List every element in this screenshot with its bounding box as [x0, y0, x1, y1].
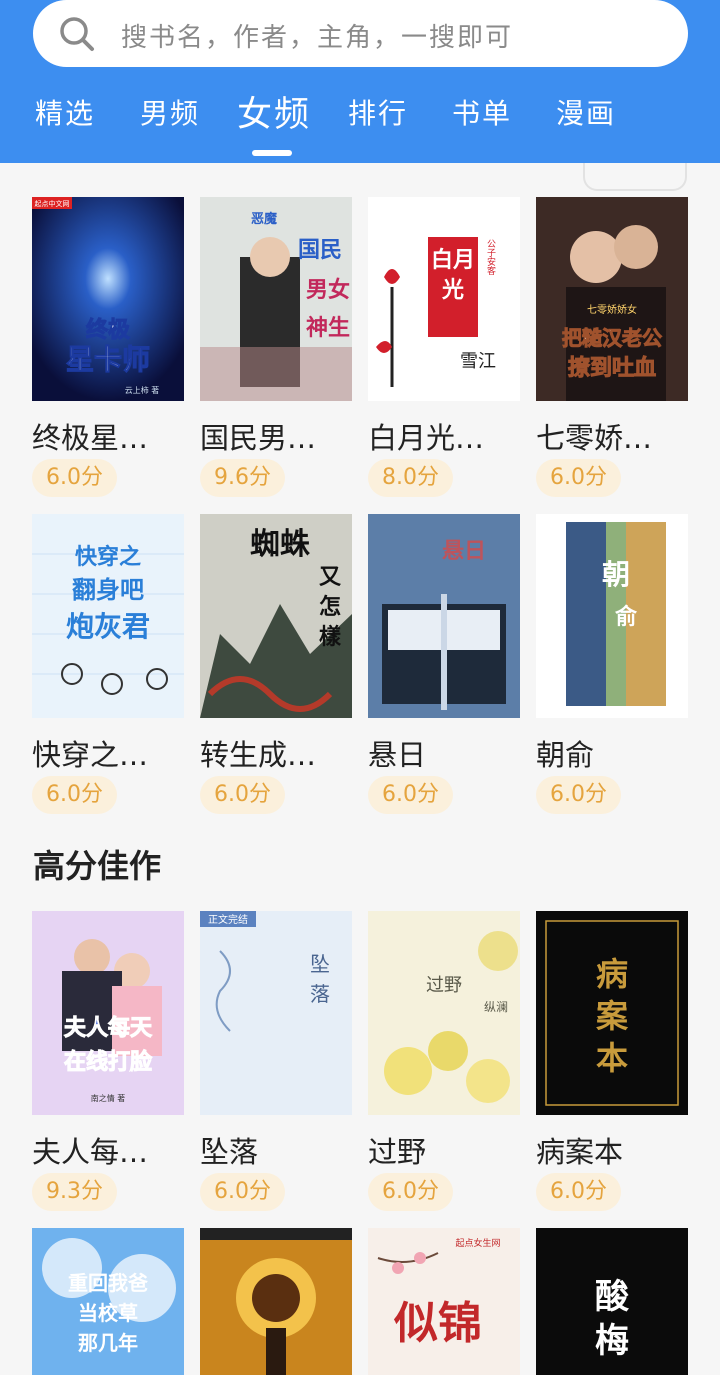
- book-title[interactable]: 夫人每…: [32, 1129, 184, 1171]
- book-cover[interactable]: 过野 纵澜: [368, 911, 520, 1115]
- tab-paihang[interactable]: 排行: [348, 92, 408, 132]
- book-score: 6.0分: [200, 1173, 285, 1211]
- svg-text:起点女生网: 起点女生网: [455, 1237, 500, 1249]
- book-title[interactable]: 悬日: [368, 732, 520, 774]
- svg-text:似锦: 似锦: [393, 1298, 482, 1349]
- svg-text:樣: 樣: [319, 624, 342, 650]
- book-score: 6.0分: [536, 1173, 621, 1211]
- more-button[interactable]: [583, 163, 687, 191]
- book-cover[interactable]: 蜘蛛 又 怎 樣: [200, 514, 352, 718]
- book-score: 6.0分: [368, 776, 453, 814]
- svg-text:在线打脸: 在线打脸: [64, 1049, 153, 1075]
- svg-text:神生: 神生: [306, 315, 350, 341]
- svg-text:悬日: 悬日: [442, 539, 486, 564]
- svg-text:怎: 怎: [319, 594, 341, 620]
- svg-text:蜘蛛: 蜘蛛: [250, 527, 310, 562]
- svg-text:光: 光: [441, 278, 464, 303]
- svg-text:那几年: 那几年: [78, 1331, 138, 1355]
- svg-text:公子安客: 公子安客: [485, 239, 496, 275]
- svg-text:快穿之: 快穿之: [75, 544, 141, 570]
- book-cover[interactable]: 夫人每天 在线打脸 南之情 著: [32, 911, 184, 1115]
- book-cover[interactable]: [200, 1228, 352, 1375]
- section-title: 高分佳作: [33, 847, 162, 885]
- svg-text:俞: 俞: [614, 604, 638, 630]
- book-cover[interactable]: 起点中文网 终极 星卡师 云上柿 著: [32, 197, 184, 401]
- book-score: 6.0分: [200, 776, 285, 814]
- book-score: 6.0分: [536, 776, 621, 814]
- book-title[interactable]: 国民男…: [200, 415, 352, 457]
- book-title[interactable]: 朝俞: [536, 732, 688, 774]
- book-score: 6.0分: [368, 1173, 453, 1211]
- book-title[interactable]: 过野: [368, 1129, 520, 1171]
- svg-text:南之情 著: 南之情 著: [91, 1093, 126, 1103]
- book-title[interactable]: 白月光…: [368, 415, 520, 457]
- search-icon: [60, 17, 94, 51]
- svg-text:朝: 朝: [602, 558, 630, 591]
- tab-nvpin[interactable]: 女频: [237, 86, 311, 137]
- book-cover[interactable]: 病 案 本: [536, 911, 688, 1115]
- book-cover[interactable]: 朝 俞: [536, 514, 688, 718]
- svg-text:夫人每天: 夫人每天: [64, 1015, 153, 1041]
- book-score: 6.0分: [32, 776, 117, 814]
- search-placeholder: 搜书名，作者，主角，一搜即可: [121, 23, 514, 53]
- book-title[interactable]: 七零娇…: [536, 415, 688, 457]
- svg-text:白月: 白月: [431, 247, 475, 273]
- book-score: 6.0分: [32, 459, 117, 497]
- book-title[interactable]: 终极星…: [32, 415, 184, 457]
- book-score: 9.3分: [32, 1173, 117, 1211]
- svg-text:撩到吐血: 撩到吐血: [568, 355, 656, 381]
- book-cover[interactable]: 恶魔 国民 男女 神生: [200, 197, 352, 401]
- book-score: 8.0分: [368, 459, 453, 497]
- book-title[interactable]: 转生成…: [200, 732, 352, 774]
- svg-text:正文完结: 正文完结: [208, 913, 248, 926]
- svg-text:把糙汉老公: 把糙汉老公: [562, 326, 662, 350]
- svg-text:梅: 梅: [595, 1321, 629, 1361]
- svg-text:本: 本: [596, 1039, 628, 1077]
- book-cover[interactable]: 白月 光 雪江 公子安客: [368, 197, 520, 401]
- tab-shudan[interactable]: 书单: [452, 92, 512, 132]
- svg-text:翻身吧: 翻身吧: [72, 576, 144, 604]
- svg-text:国民: 国民: [298, 238, 342, 263]
- active-tab-indicator: [252, 150, 292, 156]
- search-bar[interactable]: 搜书名，作者，主角，一搜即可: [33, 0, 688, 67]
- book-title[interactable]: 快穿之…: [32, 732, 184, 774]
- book-cover[interactable]: 酸 梅: [536, 1228, 688, 1375]
- svg-text:星卡师: 星卡师: [66, 343, 150, 376]
- book-score: 9.6分: [200, 459, 285, 497]
- book-score: 6.0分: [536, 459, 621, 497]
- svg-text:当校草: 当校草: [78, 1301, 138, 1325]
- svg-text:雪江: 雪江: [460, 351, 496, 372]
- svg-text:坠: 坠: [310, 952, 330, 976]
- svg-text:云上柿 著: 云上柿 著: [125, 385, 160, 395]
- tab-nanpin[interactable]: 男频: [140, 92, 200, 132]
- svg-text:落: 落: [310, 982, 330, 1006]
- svg-text:过野: 过野: [426, 975, 462, 996]
- svg-text:炮灰君: 炮灰君: [66, 610, 150, 643]
- tab-manhua[interactable]: 漫画: [556, 92, 616, 132]
- category-tabs: 精选 男频 女频 排行 书单 漫画: [0, 92, 720, 156]
- book-cover[interactable]: 悬日: [368, 514, 520, 718]
- book-cover[interactable]: 正文完结 坠 落: [200, 911, 352, 1115]
- svg-text:病: 病: [596, 955, 628, 993]
- book-cover[interactable]: 七零娇娇女 把糙汉老公 撩到吐血: [536, 197, 688, 401]
- svg-text:重回我爸: 重回我爸: [68, 1271, 148, 1295]
- header: 搜书名，作者，主角，一搜即可 精选 男频 女频 排行 书单 漫画: [0, 0, 720, 163]
- svg-text:又: 又: [319, 565, 342, 590]
- svg-text:起点中文网: 起点中文网: [35, 199, 70, 208]
- book-cover[interactable]: 起点女生网 似锦: [368, 1228, 520, 1375]
- svg-text:七零娇娇女: 七零娇娇女: [587, 303, 637, 316]
- tab-jingxuan[interactable]: 精选: [35, 92, 95, 132]
- book-title[interactable]: 病案本: [536, 1129, 688, 1171]
- svg-text:纵澜: 纵澜: [484, 1000, 508, 1014]
- svg-text:终极: 终极: [86, 317, 131, 343]
- svg-text:恶魔: 恶魔: [251, 211, 277, 227]
- book-title[interactable]: 坠落: [200, 1129, 352, 1171]
- book-cover[interactable]: 重回我爸 当校草 那几年: [32, 1228, 184, 1375]
- book-cover[interactable]: 快穿之 翻身吧 炮灰君: [32, 514, 184, 718]
- svg-text:男女: 男女: [306, 277, 350, 303]
- svg-text:案: 案: [596, 997, 629, 1035]
- content-area: 起点中文网 终极 星卡师 云上柿 著 终极星… 6.0分 恶魔 国民 男女 神生…: [0, 163, 720, 1375]
- svg-text:酸: 酸: [595, 1277, 630, 1317]
